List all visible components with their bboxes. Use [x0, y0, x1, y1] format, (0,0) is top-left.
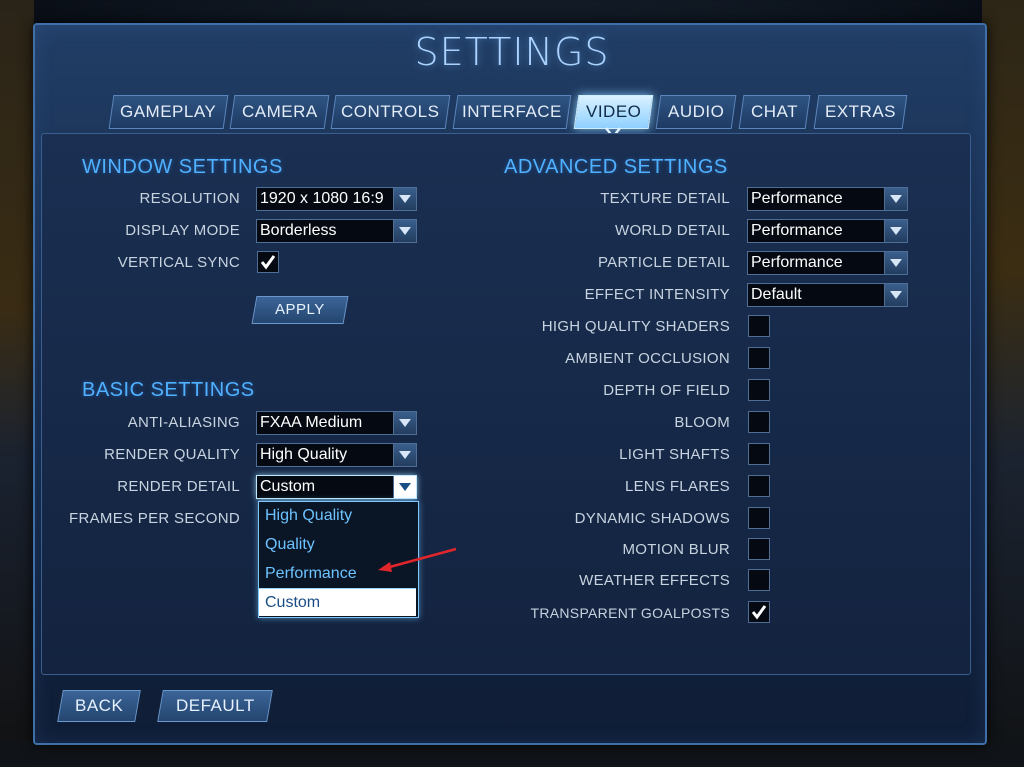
render-quality-label: RENDER QUALITY: [104, 446, 240, 463]
tab-camera[interactable]: CAMERA: [229, 95, 330, 129]
ambient-occlusion-label: AMBIENT OCCLUSION: [565, 350, 730, 367]
apply-button[interactable]: APPLY: [251, 296, 349, 324]
video-settings-content: [41, 133, 971, 675]
default-button[interactable]: DEFAULT: [157, 690, 273, 722]
high-quality-shaders-checkbox[interactable]: [748, 315, 770, 337]
checkmark-icon: [260, 255, 276, 270]
vertical-sync-checkbox[interactable]: [257, 251, 279, 273]
display-mode-label: DISPLAY MODE: [125, 222, 240, 239]
effect-intensity-value: Default: [751, 286, 802, 303]
particle-detail-label: PARTICLE DETAIL: [597, 254, 730, 271]
chevron-down-icon: [884, 252, 907, 274]
resolution-label: RESOLUTION: [139, 190, 240, 207]
lens-flares-checkbox[interactable]: [748, 475, 770, 497]
fps-label: FRAMES PER SECOND: [69, 510, 240, 527]
chevron-down-icon: [884, 220, 907, 242]
anti-aliasing-value: FXAA Medium: [260, 414, 363, 431]
render-quality-dropdown[interactable]: High Quality: [256, 443, 417, 467]
display-mode-dropdown[interactable]: Borderless: [256, 219, 417, 243]
weather-effects-checkbox[interactable]: [748, 569, 770, 591]
high-quality-shaders-label: HIGH QUALITY SHADERS: [541, 318, 730, 335]
tab-chat[interactable]: CHAT: [738, 95, 811, 129]
anti-aliasing-label: ANTI-ALIASING: [127, 414, 240, 431]
back-button[interactable]: BACK: [57, 690, 141, 722]
vertical-sync-label: VERTICAL SYNC: [117, 254, 240, 271]
motion-blur-checkbox[interactable]: [748, 538, 770, 560]
resolution-dropdown[interactable]: 1920 x 1080 16:9: [256, 187, 417, 211]
tab-gameplay[interactable]: GAMEPLAY: [108, 95, 229, 129]
dynamic-shadows-label: DYNAMIC SHADOWS: [574, 510, 730, 527]
chevron-down-icon: [393, 476, 416, 498]
effect-intensity-label: EFFECT INTENSITY: [584, 286, 730, 303]
option-high-quality[interactable]: High Quality: [259, 502, 416, 530]
window-settings-title: WINDOW SETTINGS: [82, 156, 283, 178]
particle-detail-value: Performance: [751, 254, 843, 271]
bloom-checkbox[interactable]: [748, 411, 770, 433]
world-detail-label: WORLD DETAIL: [614, 222, 730, 239]
chevron-down-icon: [393, 444, 416, 466]
render-quality-value: High Quality: [260, 446, 348, 463]
ambient-occlusion-checkbox[interactable]: [748, 347, 770, 369]
particle-detail-dropdown[interactable]: Performance: [747, 251, 908, 275]
light-shafts-checkbox[interactable]: [748, 443, 770, 465]
tab-audio[interactable]: AUDIO: [655, 95, 737, 129]
depth-of-field-checkbox[interactable]: [748, 379, 770, 401]
chevron-down-icon: [393, 412, 416, 434]
tab-interface[interactable]: INTERFACE: [452, 95, 572, 129]
settings-tabs: GAMEPLAY CAMERA CONTROLS INTERFACE VIDEO…: [0, 95, 1024, 129]
advanced-settings-title: ADVANCED SETTINGS: [504, 156, 728, 178]
chevron-down-icon: [884, 188, 907, 210]
depth-of-field-label: DEPTH OF FIELD: [603, 382, 730, 399]
chevron-down-icon: [393, 188, 416, 210]
lens-flares-label: LENS FLARES: [624, 478, 730, 495]
effect-intensity-dropdown[interactable]: Default: [747, 283, 908, 307]
render-detail-label: RENDER DETAIL: [117, 478, 240, 495]
resolution-value: 1920 x 1080 16:9: [260, 190, 384, 207]
bloom-label: BLOOM: [674, 414, 730, 431]
chevron-down-icon: [884, 284, 907, 306]
chevron-down-icon: [393, 220, 416, 242]
render-detail-dropdown[interactable]: Custom: [256, 475, 417, 499]
texture-detail-label: TEXTURE DETAIL: [600, 190, 730, 207]
world-detail-dropdown[interactable]: Performance: [747, 219, 908, 243]
tab-controls[interactable]: CONTROLS: [330, 95, 451, 129]
display-mode-value: Borderless: [260, 222, 337, 239]
motion-blur-label: MOTION BLUR: [622, 541, 730, 558]
dynamic-shadows-checkbox[interactable]: [748, 507, 770, 529]
texture-detail-value: Performance: [751, 190, 843, 207]
tab-extras[interactable]: EXTRAS: [813, 95, 908, 129]
transparent-goalposts-label: TRANSPARENT GOALPOSTS: [530, 605, 730, 621]
page-title: SETTINGS: [414, 30, 610, 74]
tab-video[interactable]: VIDEO: [573, 95, 654, 129]
texture-detail-dropdown[interactable]: Performance: [747, 187, 908, 211]
option-custom[interactable]: Custom: [259, 588, 416, 616]
checkmark-icon: [751, 605, 767, 620]
anti-aliasing-dropdown[interactable]: FXAA Medium: [256, 411, 417, 435]
world-detail-value: Performance: [751, 222, 843, 239]
render-detail-value: Custom: [260, 478, 316, 495]
weather-effects-label: WEATHER EFFECTS: [579, 572, 730, 589]
light-shafts-label: LIGHT SHAFTS: [619, 446, 730, 463]
transparent-goalposts-checkbox[interactable]: [748, 601, 770, 623]
basic-settings-title: BASIC SETTINGS: [82, 379, 255, 401]
